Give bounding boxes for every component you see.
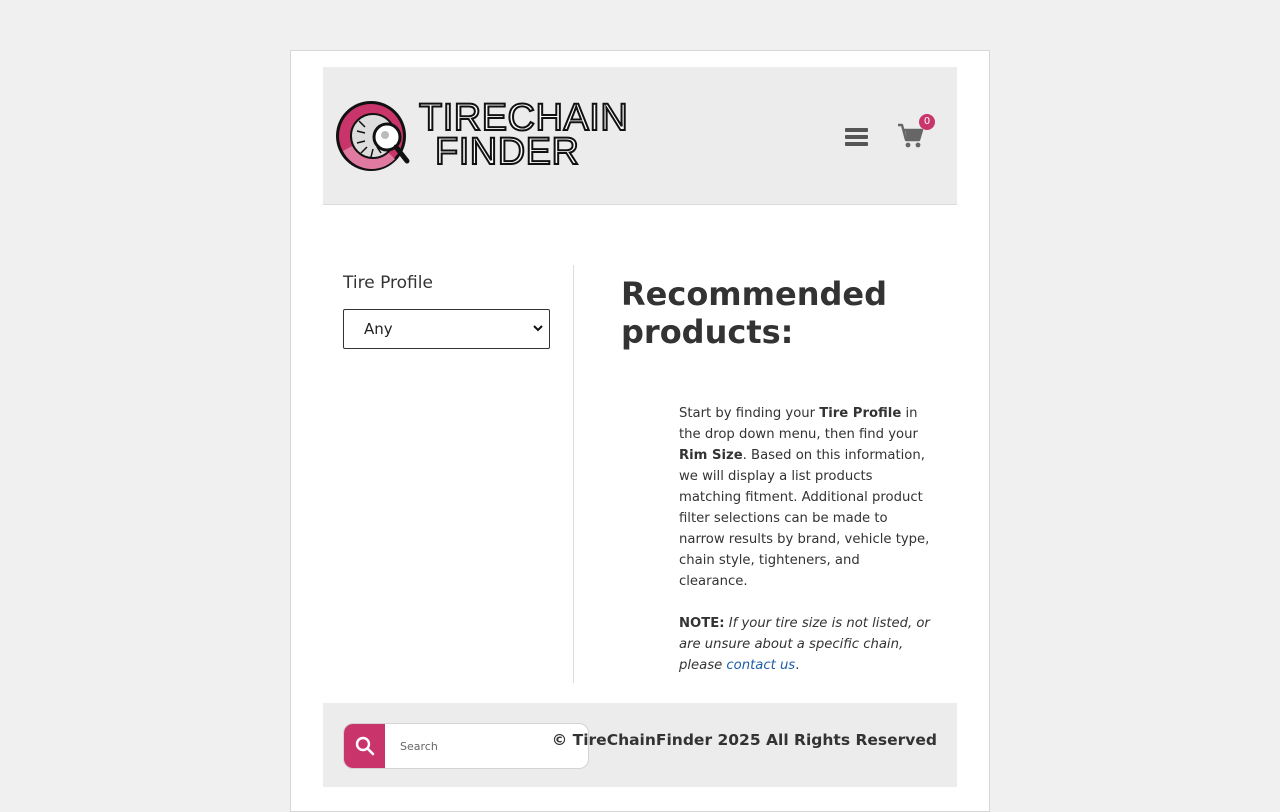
- column-divider: [573, 265, 574, 683]
- cart-count-badge: 0: [919, 114, 935, 130]
- chevron-down-icon: [533, 325, 543, 332]
- filter-sidebar: Tire Profile Any: [343, 273, 553, 349]
- instructions-text-3: . Based on this information, we will dis…: [679, 448, 930, 589]
- tire-profile-label: Tire Profile: [343, 273, 433, 293]
- cart-button[interactable]: 0: [897, 114, 935, 153]
- note-label: NOTE:: [679, 616, 725, 631]
- instructions-text-1: Start by finding your: [679, 406, 820, 421]
- instructions-paragraph: Start by finding your Tire Profile in th…: [679, 403, 931, 592]
- page-container: TIRECHAIN FINDER 0 Tire Profile Any Reco…: [290, 50, 990, 812]
- logo-line-2: FINDER: [434, 131, 580, 173]
- menu-button[interactable]: [845, 125, 869, 149]
- search-icon: [355, 736, 375, 756]
- instructions-bold-tire-profile: Tire Profile: [819, 406, 902, 421]
- logo-wordmark: TIRECHAIN FINDER: [418, 97, 629, 173]
- contact-us-link[interactable]: contact us: [726, 658, 795, 673]
- instructions-text: Start by finding your Tire Profile in th…: [679, 403, 931, 697]
- site-header: TIRECHAIN FINDER 0: [323, 67, 957, 205]
- page-title: Recommended products:: [621, 275, 887, 351]
- note-end: .: [795, 658, 800, 673]
- search-button[interactable]: [344, 724, 385, 768]
- copyright-text: © TireChainFinder 2025 All Rights Reserv…: [551, 731, 937, 749]
- tire-logo-icon: [336, 101, 410, 171]
- instructions-bold-rim-size: Rim Size: [679, 448, 743, 463]
- tire-profile-select[interactable]: Any: [343, 309, 550, 349]
- site-footer: © TireChainFinder 2025 All Rights Reserv…: [323, 703, 957, 787]
- tire-profile-selected-value: Any: [364, 320, 393, 338]
- site-logo[interactable]: TIRECHAIN FINDER: [335, 98, 629, 173]
- logo-line-1: TIRECHAIN: [418, 97, 629, 139]
- note-paragraph: NOTE: If your tire size is not listed, o…: [679, 613, 931, 676]
